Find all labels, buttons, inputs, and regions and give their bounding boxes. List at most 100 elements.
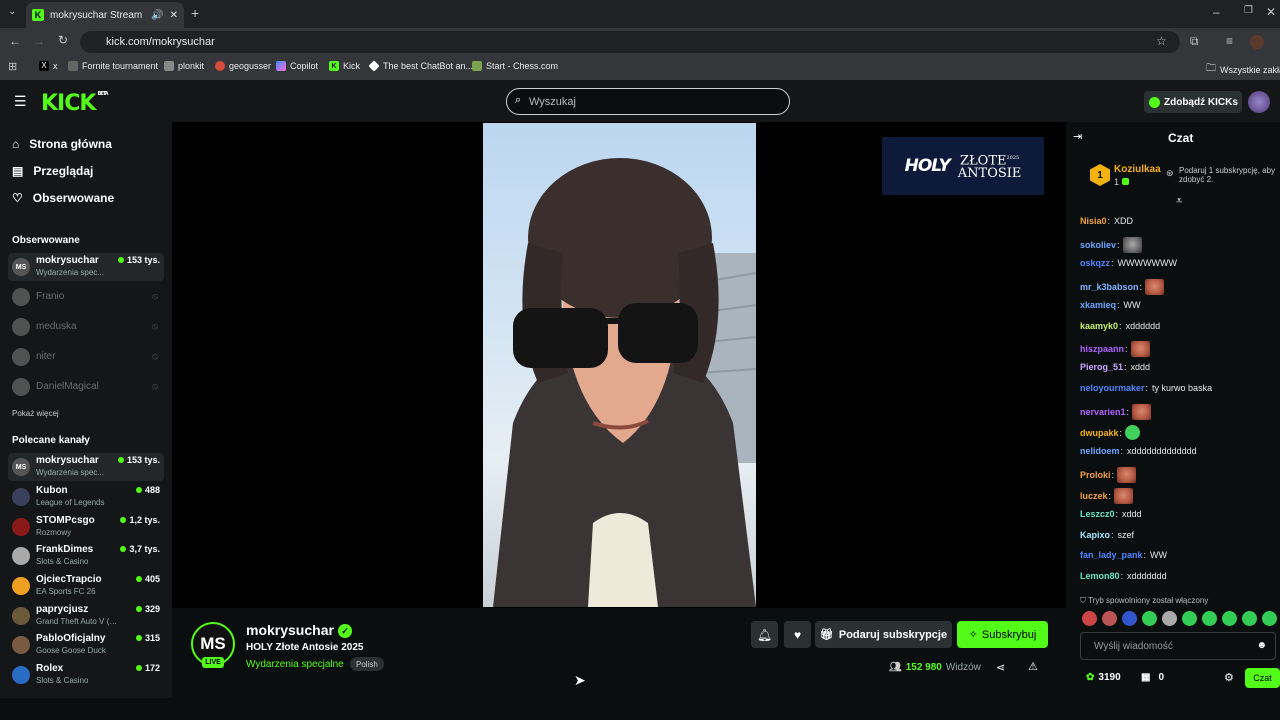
emote-strip (1082, 611, 1280, 626)
back-icon[interactable]: ← (9, 34, 21, 48)
emoji-icon[interactable]: ☻ (1256, 640, 1267, 651)
bookmark-geogusser[interactable]: geogusser (215, 61, 271, 71)
user-avatar[interactable] (1248, 91, 1270, 113)
tab-close-icon[interactable]: ✕ (170, 10, 178, 21)
browser-tab[interactable]: K mokrysuchar Stream - Watc 🔊 ✕ (26, 2, 184, 28)
reload-icon[interactable]: ↻ (58, 33, 68, 47)
chat-username[interactable]: fan_lady_pank (1080, 550, 1143, 560)
video-frame[interactable] (483, 123, 756, 607)
show-more-link[interactable]: Pokaż więcej (12, 409, 59, 418)
recommended-channel[interactable]: STOMPcsgo Rozmowy 1,2 tys. (8, 513, 164, 541)
search-input[interactable]: ⌕ Wyszukaj (506, 88, 790, 115)
maximize-icon[interactable]: ❐ (1244, 5, 1253, 16)
bookmark-copilot[interactable]: Copilot (276, 61, 318, 71)
chat-username[interactable]: kaamyk0 (1080, 321, 1118, 331)
recommended-channel[interactable]: OjciecTrapcio EA Sports FC 26 405 (8, 572, 164, 600)
chat-username[interactable]: sokoliev (1080, 240, 1116, 250)
followed-channel[interactable]: meduska ⦸ (8, 313, 164, 341)
subscribe-button[interactable]: ✧ Subskrybuj (957, 621, 1048, 648)
bookmark-x[interactable]: Xx (39, 61, 58, 71)
tab-list-icon[interactable]: ⌄ (8, 6, 16, 17)
emote-icon[interactable] (1122, 611, 1137, 626)
url-field[interactable]: kick.com/mokrysuchar (80, 31, 1180, 53)
emote-icon[interactable] (1082, 611, 1097, 626)
profile-avatar[interactable] (1250, 35, 1264, 49)
chat-settings-gear-icon[interactable]: ⚙ (1224, 671, 1234, 684)
chat-username[interactable]: luczek (1080, 491, 1108, 501)
report-icon[interactable]: ⚠ (1028, 660, 1038, 673)
nav-browse[interactable]: ▤ Przeglądaj (12, 164, 93, 178)
followed-channel[interactable]: Franio ⦸ (8, 283, 164, 311)
forward-icon[interactable]: → (33, 34, 45, 48)
emote-icon (1117, 466, 1137, 483)
chat-separator: : (1125, 344, 1128, 355)
recommended-channel[interactable]: Rolex Slots & Casino 172 (8, 661, 164, 689)
bookmark-chess[interactable]: Start - Chess.com (472, 61, 558, 71)
chat-username[interactable]: dwupakk (1080, 428, 1119, 438)
stream-category[interactable]: Wydarzenia specjalne (246, 659, 344, 670)
emote-icon[interactable] (1202, 611, 1217, 626)
chat-text: xddd (1122, 508, 1142, 519)
nav-home[interactable]: ⌂ Strona główna (12, 137, 112, 151)
menu-icon[interactable]: ☰ (14, 93, 27, 110)
kick-logo[interactable]: KICK BETA (41, 91, 109, 116)
chat-username[interactable]: Leszcz0 (1080, 509, 1115, 519)
share-icon[interactable]: ⋖ (996, 661, 1005, 674)
chat-username[interactable]: hiszpaann (1080, 344, 1124, 354)
extensions-icon[interactable]: ⧉ (1190, 34, 1199, 49)
emote-icon[interactable] (1222, 611, 1237, 626)
new-tab-icon[interactable]: + (191, 5, 199, 21)
nav-following[interactable]: ♡ Obserwowane (12, 191, 114, 205)
gift-subscription-button[interactable]: 🎁︎ Podaruj subskrypcje (815, 621, 952, 648)
bookmarks-folder[interactable]: 🗀Wszystkie zakład (1206, 61, 1280, 78)
bookmark-star-icon[interactable]: ☆ (1156, 34, 1167, 48)
chat-username[interactable]: Kapixo (1080, 530, 1110, 540)
chat-username[interactable]: mr_k3babson (1080, 282, 1139, 292)
emote-icon[interactable] (1242, 611, 1257, 626)
bookmark-fornite[interactable]: Fornite tournament (68, 61, 158, 71)
chat-username[interactable]: xkamieq (1080, 300, 1116, 310)
bookmark-kick[interactable]: K Kick (329, 61, 360, 71)
gift-count[interactable]: ▦ 0 (1141, 672, 1164, 683)
recommended-channel[interactable]: PabloOficjalny Goose Goose Duck 315 (8, 631, 164, 659)
streamer-name[interactable]: mokrysuchar (246, 622, 334, 638)
emote-icon[interactable] (1162, 611, 1177, 626)
chat-username[interactable]: Pierog_51 (1080, 362, 1123, 372)
followed-channel[interactable]: DanielMagical ⦸ (8, 373, 164, 401)
media-icon[interactable]: ≡ (1226, 34, 1233, 48)
emote-icon[interactable] (1182, 611, 1197, 626)
emote-icon[interactable] (1262, 611, 1277, 626)
chat-username[interactable]: Lemon80 (1080, 571, 1120, 581)
followed-channel[interactable]: MS mokrysuchar Wydarzenia spec... 153 ty… (8, 253, 164, 281)
channel-points[interactable]: ✿ 3190 (1086, 672, 1121, 683)
chat-message: neloyourmaker: ty kurwo baska (1080, 383, 1212, 393)
send-chat-button[interactable]: Czat (1245, 668, 1280, 688)
chat-username[interactable]: nervarien1 (1080, 407, 1126, 417)
emote-icon[interactable] (1102, 611, 1117, 626)
language-tag[interactable]: Polish (350, 657, 384, 671)
chat-separator: : (1119, 427, 1123, 438)
chat-username[interactable]: Proloki (1080, 470, 1111, 480)
minimize-icon[interactable]: – (1213, 5, 1220, 19)
chat-message-input[interactable]: Wyślij wiadomość ☻ (1080, 632, 1276, 660)
chat-username[interactable]: oskqzz (1080, 258, 1110, 268)
emote-icon[interactable] (1142, 611, 1157, 626)
expand-leaderboard-icon[interactable]: ⩡ (1176, 195, 1182, 208)
recommended-channel[interactable]: Kubon League of Legends 488 (8, 483, 164, 511)
gift-leader-name[interactable]: Koziulkaa (1114, 164, 1161, 175)
notification-bell-button[interactable]: 🔔︎ (751, 621, 778, 648)
chat-username[interactable]: nelidoem (1080, 446, 1120, 456)
recommended-channel[interactable]: FrankDimes Slots & Casino 3,7 tys. (8, 542, 164, 570)
recommended-channel[interactable]: paprycjusz Grand Theft Auto V (G... 329 (8, 602, 164, 630)
chat-username[interactable]: neloyourmaker (1080, 383, 1145, 393)
follow-button[interactable]: ♥ (784, 621, 811, 648)
close-window-icon[interactable]: ✕ (1266, 5, 1276, 19)
followed-channel[interactable]: niter ⦸ (8, 343, 164, 371)
bookmark-chatbot[interactable]: The best ChatBot an... (368, 60, 473, 72)
bookmark-plonkit[interactable]: plonkit (164, 61, 204, 71)
apps-grid-icon[interactable]: ⊞ (8, 60, 17, 73)
get-kicks-button[interactable]: Zdobądź KICKs (1144, 91, 1242, 113)
recommended-channel[interactable]: MS mokrysuchar Wydarzenia spec... 153 tys. (8, 453, 164, 481)
chat-username[interactable]: Nisia0 (1080, 216, 1107, 226)
collapse-chat-icon[interactable]: ⇥ (1073, 130, 1082, 143)
